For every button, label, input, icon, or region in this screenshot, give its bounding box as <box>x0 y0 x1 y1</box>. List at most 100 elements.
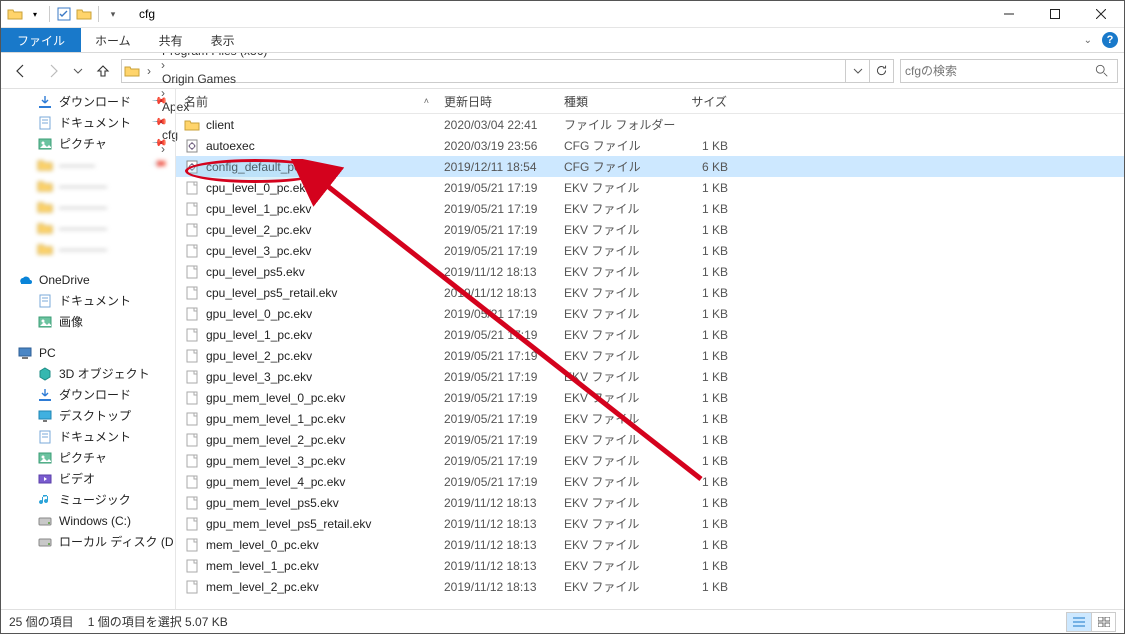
ribbon-expand-icon[interactable]: ⌄ <box>1084 35 1092 46</box>
column-type[interactable]: 種類 <box>556 93 676 110</box>
view-tab[interactable]: 表示 <box>197 28 249 52</box>
table-row[interactable]: gpu_mem_level_4_pc.ekv2019/05/21 17:19EK… <box>176 471 1124 492</box>
file-type: EKV ファイル <box>556 452 676 469</box>
table-row[interactable]: gpu_mem_level_2_pc.ekv2019/05/21 17:19EK… <box>176 429 1124 450</box>
navigation-pane[interactable]: ダウンロード📌ドキュメント📌ピクチャ📌———📌————————————————O… <box>1 89 176 609</box>
sidebar-item[interactable]: ———— <box>1 196 175 217</box>
table-row[interactable]: mem_level_0_pc.ekv2019/11/12 18:13EKV ファ… <box>176 534 1124 555</box>
help-icon[interactable]: ? <box>1102 32 1118 48</box>
home-tab[interactable]: ホーム <box>81 28 145 52</box>
table-row[interactable]: client2020/03/04 22:41ファイル フォルダー <box>176 114 1124 135</box>
table-row[interactable]: gpu_mem_level_ps5_retail.ekv2019/11/12 1… <box>176 513 1124 534</box>
table-row[interactable]: gpu_level_1_pc.ekv2019/05/21 17:19EKV ファ… <box>176 324 1124 345</box>
table-row[interactable]: autoexec2020/03/19 23:56CFG ファイル1 KB <box>176 135 1124 156</box>
file-icon <box>184 285 200 301</box>
sidebar-item[interactable]: OneDrive <box>1 269 175 290</box>
table-row[interactable]: cpu_level_1_pc.ekv2019/05/21 17:19EKV ファ… <box>176 198 1124 219</box>
qa-icon[interactable]: ▾ <box>27 6 43 22</box>
file-type: EKV ファイル <box>556 536 676 553</box>
table-row[interactable]: config_default_pc2019/12/11 18:54CFG ファイ… <box>176 156 1124 177</box>
table-row[interactable]: cpu_level_0_pc.ekv2019/05/21 17:19EKV ファ… <box>176 177 1124 198</box>
maximize-button[interactable] <box>1032 1 1078 27</box>
address-dropdown[interactable] <box>845 60 869 82</box>
table-row[interactable]: cpu_level_2_pc.ekv2019/05/21 17:19EKV ファ… <box>176 219 1124 240</box>
file-size: 1 KB <box>676 496 736 510</box>
sidebar-item[interactable]: ミュージック <box>1 489 175 510</box>
sidebar-item[interactable]: PC <box>1 342 175 363</box>
table-row[interactable]: mem_level_1_pc.ekv2019/11/12 18:13EKV ファ… <box>176 555 1124 576</box>
chevron-right-icon[interactable]: › <box>156 58 170 72</box>
table-row[interactable]: gpu_mem_level_ps5.ekv2019/11/12 18:13EKV… <box>176 492 1124 513</box>
back-button[interactable] <box>7 57 35 85</box>
file-date: 2019/05/21 17:19 <box>436 349 556 363</box>
details-view-button[interactable] <box>1067 613 1091 631</box>
sidebar-item[interactable]: 画像 <box>1 311 175 332</box>
minimize-button[interactable] <box>986 1 1032 27</box>
sidebar-item-label: ピクチャ <box>59 135 107 152</box>
file-size: 1 KB <box>676 328 736 342</box>
address-bar[interactable]: › PC›ローカル ディスク (D:)›Program Files (x86)›… <box>121 59 894 83</box>
file-icon <box>184 201 200 217</box>
sidebar-item[interactable]: ドキュメント <box>1 426 175 447</box>
up-button[interactable] <box>89 57 117 85</box>
sidebar-item[interactable]: Windows (C:) <box>1 510 175 531</box>
sidebar-item[interactable]: ダウンロード📌 <box>1 91 175 112</box>
forward-button[interactable] <box>39 57 67 85</box>
sidebar-item[interactable]: 3D オブジェクト <box>1 363 175 384</box>
sidebar-item[interactable]: ビデオ <box>1 468 175 489</box>
sidebar-item[interactable]: ピクチャ <box>1 447 175 468</box>
sidebar-item[interactable]: ピクチャ📌 <box>1 133 175 154</box>
sidebar-item[interactable]: デスクトップ <box>1 405 175 426</box>
file-icon <box>184 579 200 595</box>
table-row[interactable]: gpu_level_2_pc.ekv2019/05/21 17:19EKV ファ… <box>176 345 1124 366</box>
table-row[interactable]: mem_level_2_pc.ekv2019/11/12 18:13EKV ファ… <box>176 576 1124 597</box>
file-type: EKV ファイル <box>556 347 676 364</box>
file-size: 1 KB <box>676 223 736 237</box>
table-row[interactable]: gpu_level_3_pc.ekv2019/05/21 17:19EKV ファ… <box>176 366 1124 387</box>
file-type: EKV ファイル <box>556 368 676 385</box>
column-name[interactable]: 名前˄ <box>176 93 436 110</box>
sidebar-item[interactable]: ドキュメント📌 <box>1 112 175 133</box>
table-row[interactable]: cpu_level_ps5_retail.ekv2019/11/12 18:13… <box>176 282 1124 303</box>
file-name: mem_level_2_pc.ekv <box>206 580 319 594</box>
column-headers[interactable]: 名前˄ 更新日時 種類 サイズ <box>176 89 1124 114</box>
file-date: 2019/05/21 17:19 <box>436 244 556 258</box>
search-icon[interactable] <box>1095 64 1113 78</box>
qa-props-icon[interactable] <box>56 6 72 22</box>
sidebar-item[interactable]: ローカル ディスク (D <box>1 531 175 552</box>
sidebar-item[interactable]: ———— <box>1 175 175 196</box>
table-row[interactable]: gpu_mem_level_0_pc.ekv2019/05/21 17:19EK… <box>176 387 1124 408</box>
sidebar-item[interactable]: ———— <box>1 217 175 238</box>
column-size[interactable]: サイズ <box>676 93 736 110</box>
file-tab[interactable]: ファイル <box>1 28 81 52</box>
sidebar-item[interactable]: ———— <box>1 238 175 259</box>
sidebar-item-label: ドキュメント <box>59 292 131 309</box>
qa-dropdown-icon[interactable]: ▾ <box>105 6 121 22</box>
refresh-button[interactable] <box>869 60 893 82</box>
sidebar-item-label: ダウンロード <box>59 93 131 110</box>
thumbnails-view-button[interactable] <box>1091 613 1115 631</box>
sidebar-item[interactable]: ドキュメント <box>1 290 175 311</box>
file-size: 1 KB <box>676 538 736 552</box>
document-icon <box>37 429 53 445</box>
column-date[interactable]: 更新日時 <box>436 93 556 110</box>
table-row[interactable]: cpu_level_ps5.ekv2019/11/12 18:13EKV ファイ… <box>176 261 1124 282</box>
file-date: 2019/11/12 18:13 <box>436 580 556 594</box>
file-type: EKV ファイル <box>556 284 676 301</box>
recent-dropdown[interactable] <box>71 57 85 85</box>
table-row[interactable]: gpu_mem_level_3_pc.ekv2019/05/21 17:19EK… <box>176 450 1124 471</box>
search-box[interactable] <box>900 59 1118 83</box>
file-icon <box>184 306 200 322</box>
file-date: 2019/05/21 17:19 <box>436 202 556 216</box>
chevron-right-icon[interactable]: › <box>142 60 156 82</box>
table-row[interactable]: gpu_mem_level_1_pc.ekv2019/05/21 17:19EK… <box>176 408 1124 429</box>
table-row[interactable]: gpu_level_0_pc.ekv2019/05/21 17:19EKV ファ… <box>176 303 1124 324</box>
close-button[interactable] <box>1078 1 1124 27</box>
share-tab[interactable]: 共有 <box>145 28 197 52</box>
breadcrumb-segment[interactable]: Origin Games <box>156 72 290 86</box>
desktop-icon <box>37 408 53 424</box>
search-input[interactable] <box>905 64 1095 78</box>
sidebar-item[interactable]: ———📌 <box>1 154 175 175</box>
sidebar-item[interactable]: ダウンロード <box>1 384 175 405</box>
table-row[interactable]: cpu_level_3_pc.ekv2019/05/21 17:19EKV ファ… <box>176 240 1124 261</box>
